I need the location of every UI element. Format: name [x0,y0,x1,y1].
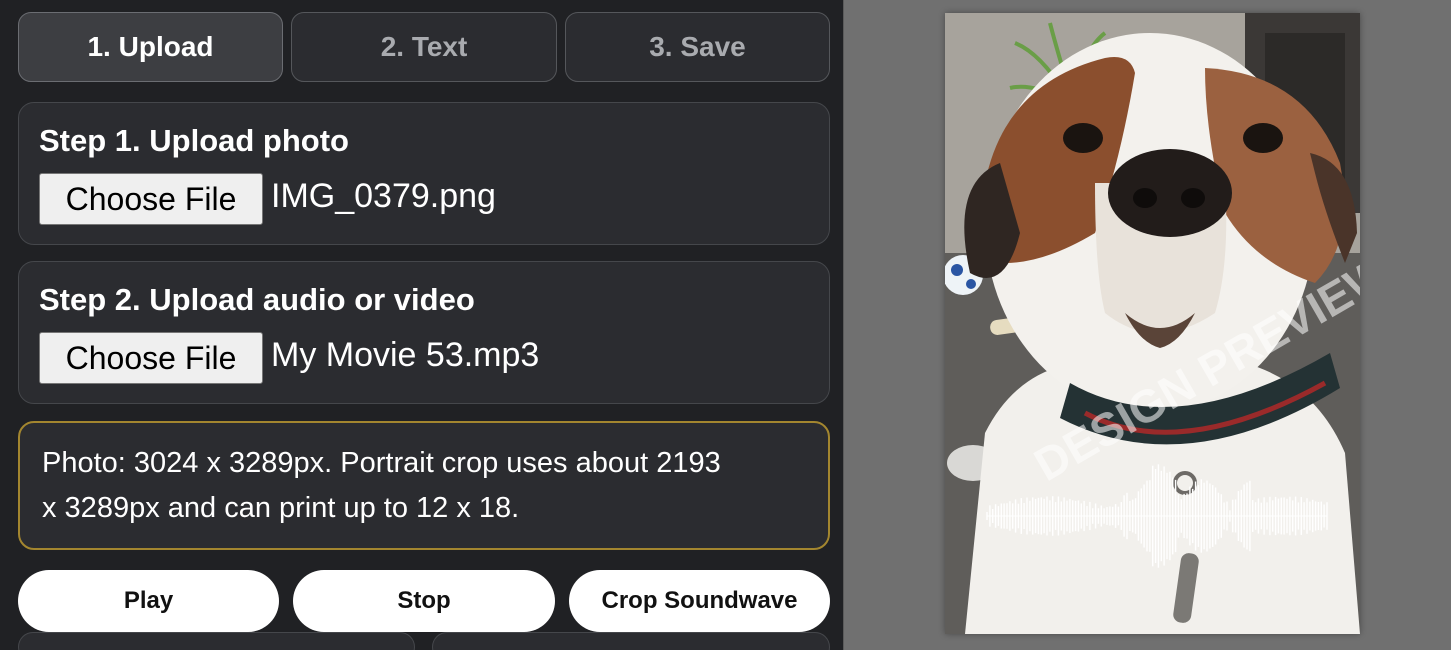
stop-button[interactable]: Stop [293,570,555,632]
tab-text[interactable]: 2. Text [291,12,557,82]
choose-photo-file-button[interactable]: Choose File [39,173,263,225]
secondary-control-right[interactable] [432,632,830,650]
crop-soundwave-button[interactable]: Crop Soundwave [569,570,830,632]
upload-audio-title: Step 2. Upload audio or video [39,282,475,317]
upload-audio-card: Step 2. Upload audio or video Choose Fil… [18,261,830,404]
secondary-control-left[interactable] [18,632,415,650]
play-button[interactable]: Play [18,570,279,632]
tab-upload[interactable]: 1. Upload [18,12,283,82]
design-preview: DESIGN PREVIEW [945,13,1360,634]
editor-panel: 1. Upload 2. Text 3. Save Step 1. Upload… [0,0,843,650]
upload-photo-title: Step 1. Upload photo [39,123,349,158]
audio-file-name: My Movie 53.mp3 [271,336,540,374]
dog-nose [1108,149,1232,237]
dog-photo-image: DESIGN PREVIEW [945,13,1360,634]
photo-info-line-1: Photo: 3024 x 3289px. Portrait crop uses… [42,447,721,479]
upload-photo-card: Step 1. Upload photo Choose File IMG_037… [18,102,830,245]
photo-info-box: Photo: 3024 x 3289px. Portrait crop uses… [18,421,830,550]
tab-save[interactable]: 3. Save [565,12,830,82]
photo-file-name: IMG_0379.png [271,177,496,215]
photo-info-line-2: x 3289px and can print up to 12 x 18. [42,492,520,524]
choose-audio-file-button[interactable]: Choose File [39,332,263,384]
